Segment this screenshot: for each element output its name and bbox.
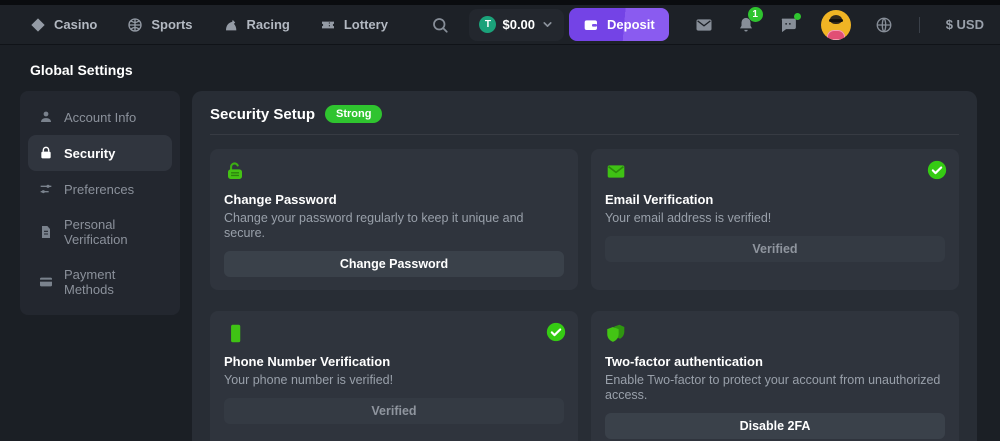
change-password-button[interactable]: Change Password <box>224 251 564 277</box>
security-setup-panel: Security Setup Strong Change Password Ch… <box>192 91 977 441</box>
search-icon[interactable] <box>431 16 449 34</box>
nav-item-lottery[interactable]: Lottery <box>320 17 388 33</box>
sidebar-item-label: Personal Verification <box>64 217 162 247</box>
nav-links: Casino Sports Racing Lottery <box>30 17 388 33</box>
nav-item-racing[interactable]: Racing <box>223 17 290 33</box>
credit-card-icon <box>38 274 54 290</box>
balance-amount: $0.00 <box>502 17 535 32</box>
card-phone-verification: Phone Number Verification Your phone num… <box>210 311 578 441</box>
sidebar-item-preferences[interactable]: Preferences <box>28 171 172 207</box>
globe-language-icon[interactable] <box>875 16 893 34</box>
casino-diamond-icon <box>30 17 46 33</box>
card-description: Your phone number is verified! <box>224 373 564 388</box>
notification-count-badge: 1 <box>748 7 763 22</box>
top-navbar: Casino Sports Racing Lottery T $0.00 Dep… <box>0 5 1000 44</box>
shield-icon <box>605 323 945 344</box>
sidebar-item-label: Security <box>64 146 115 161</box>
deposit-button[interactable]: Deposit <box>569 8 669 41</box>
settings-sidebar: Account Info Security Preferences Person… <box>20 91 180 315</box>
card-email-verification: Email Verification Your email address is… <box>591 149 959 290</box>
email-verified-button[interactable]: Verified <box>605 236 945 262</box>
lock-icon <box>38 145 54 161</box>
nav-item-label: Sports <box>151 17 192 32</box>
lock-open-icon <box>224 161 564 182</box>
nav-item-label: Lottery <box>344 17 388 32</box>
phone-verified-button[interactable]: Verified <box>224 398 564 424</box>
card-description: Change your password regularly to keep i… <box>224 211 564 241</box>
deposit-label: Deposit <box>607 17 655 32</box>
chevron-down-icon <box>541 18 554 31</box>
card-title: Change Password <box>224 192 564 207</box>
nav-item-label: Racing <box>247 17 290 32</box>
racing-horse-icon <box>223 17 239 33</box>
sidebar-item-personal-verification[interactable]: Personal Verification <box>28 207 172 257</box>
panel-title: Security Setup <box>210 106 315 123</box>
page-title: Global Settings <box>30 62 977 78</box>
nav-item-sports[interactable]: Sports <box>127 17 192 33</box>
phone-icon <box>224 323 564 344</box>
sidebar-item-account-info[interactable]: Account Info <box>28 99 172 135</box>
sliders-icon <box>38 181 54 197</box>
card-two-factor: Two-factor authentication Enable Two-fac… <box>591 311 959 441</box>
settings-page: Global Settings Account Info Security Pr… <box>0 44 1000 441</box>
nav-item-label: Casino <box>54 17 97 32</box>
sports-ball-icon <box>127 17 143 33</box>
nav-divider <box>919 17 920 33</box>
disable-2fa-button[interactable]: Disable 2FA <box>605 413 945 439</box>
person-icon <box>38 109 54 125</box>
chat-online-dot <box>794 13 801 20</box>
card-description: Your email address is verified! <box>605 211 945 226</box>
nav-actions: T $0.00 Deposit 1 <box>431 8 984 41</box>
card-title: Email Verification <box>605 192 945 207</box>
document-icon <box>38 224 54 240</box>
card-change-password: Change Password Change your password reg… <box>210 149 578 290</box>
currency-selector[interactable]: $ USD <box>946 17 984 32</box>
nav-item-casino[interactable]: Casino <box>30 17 97 33</box>
card-title: Two-factor authentication <box>605 354 945 369</box>
sidebar-item-label: Payment Methods <box>64 267 162 297</box>
envelope-icon <box>605 161 945 182</box>
card-title: Phone Number Verification <box>224 354 564 369</box>
tether-coin-icon: T <box>479 16 496 33</box>
wallet-icon <box>583 17 599 33</box>
verified-check-icon <box>546 322 566 342</box>
user-avatar[interactable] <box>821 10 851 40</box>
mail-icon[interactable] <box>695 16 713 34</box>
security-strength-badge: Strong <box>325 105 382 123</box>
currency-label: $ USD <box>946 17 984 32</box>
lottery-ticket-icon <box>320 17 336 33</box>
chat-icon[interactable] <box>779 16 797 34</box>
card-description: Enable Two-factor to protect your accoun… <box>605 373 945 403</box>
icon-tray: 1 $ USD <box>695 10 984 40</box>
sidebar-item-payment-methods[interactable]: Payment Methods <box>28 257 172 307</box>
notifications-bell[interactable]: 1 <box>737 16 755 34</box>
wallet-balance-selector[interactable]: T $0.00 <box>469 9 564 41</box>
sidebar-item-label: Account Info <box>64 110 136 125</box>
sidebar-item-security[interactable]: Security <box>28 135 172 171</box>
verified-check-icon <box>927 160 947 180</box>
sidebar-item-label: Preferences <box>64 182 134 197</box>
